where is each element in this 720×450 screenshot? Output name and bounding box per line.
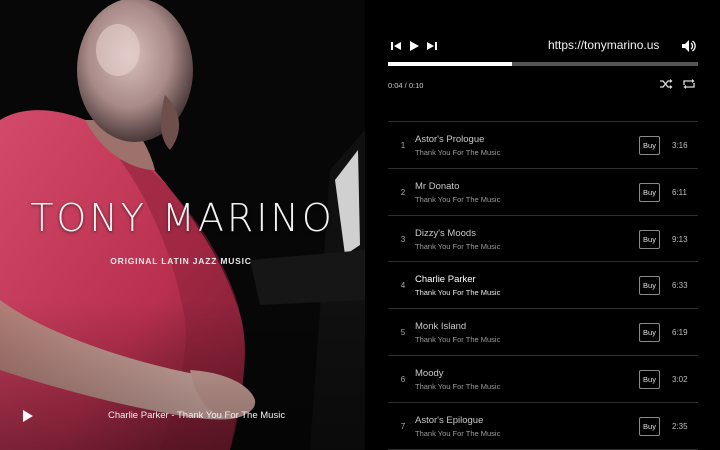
buy-button[interactable]: Buy	[639, 229, 660, 249]
track-duration: 6:33	[672, 281, 688, 291]
track-album: Thank You For The Music	[415, 148, 501, 157]
track-duration: 6:19	[672, 328, 688, 338]
site-url-link[interactable]: https://tonymarino.us	[548, 38, 659, 52]
progress-fill	[388, 62, 512, 66]
track-number: 7	[400, 421, 406, 431]
track-row[interactable]: 3 Dizzy's Moods Thank You For The Music Buy…	[388, 216, 698, 263]
player-panel: https://tonymarino.us 0:04 / 0:10 1 Astor…	[365, 0, 720, 450]
buy-button[interactable]: Buy	[639, 369, 660, 389]
track-album: Thank You For The Music	[415, 428, 501, 438]
track-album: Thank You For The Music	[415, 194, 501, 204]
now-playing-text: Charlie Parker - Thank You For The Music	[108, 410, 286, 421]
hero-panel: TONY MARINO ORIGINAL LATIN JAZZ MUSIC Ch…	[0, 0, 365, 450]
track-album: Thank You For The Music	[415, 381, 501, 391]
track-number: 6	[400, 374, 406, 384]
track-duration: 9:13	[672, 234, 688, 244]
track-duration: 3:16	[672, 141, 688, 150]
track-number: 5	[400, 328, 406, 338]
buy-button[interactable]: Buy	[639, 136, 660, 155]
play-button[interactable]	[407, 39, 421, 53]
play-icon[interactable]	[20, 408, 36, 424]
progress-bar[interactable]	[388, 62, 698, 66]
track-album: Thank You For The Music	[415, 335, 501, 345]
hero-subtitle: ORIGINAL LATIN JAZZ MUSIC	[110, 256, 252, 266]
skip-back-icon[interactable]	[389, 39, 403, 53]
buy-button[interactable]: Buy	[639, 323, 660, 343]
track-number: 2	[400, 187, 406, 197]
time-readout: 0:04 / 0:10	[388, 81, 424, 90]
track-row[interactable]: 2 Mr Donato Thank You For The Music Buy 6:11	[388, 169, 698, 216]
tracklist: 1 Astor's Prologue Thank You For The Music…	[388, 121, 698, 450]
track-row[interactable]: 1 Astor's Prologue Thank You For The Music…	[388, 122, 698, 169]
track-duration: 6:11	[672, 187, 687, 197]
track-title: Charlie Parker	[415, 274, 476, 286]
shuffle-icon[interactable]	[659, 77, 673, 89]
repeat-icon[interactable]	[682, 77, 696, 89]
track-number: 3	[400, 234, 406, 244]
track-title: Moody	[415, 367, 444, 379]
buy-button[interactable]: Buy	[639, 182, 660, 202]
buy-button[interactable]: Buy	[639, 276, 660, 296]
volume-icon[interactable]	[681, 39, 697, 53]
track-title: Astor's Epilogue	[415, 414, 484, 426]
track-number: 1	[400, 141, 406, 150]
skip-forward-icon[interactable]	[425, 39, 439, 53]
track-duration: 3:02	[672, 374, 688, 384]
track-duration: 2:35	[672, 421, 688, 431]
track-row[interactable]: 6 Moody Thank You For The Music Buy 3:02	[388, 356, 698, 403]
track-row[interactable]: 5 Monk Island Thank You For The Music Buy 6:…	[388, 309, 698, 356]
track-row[interactable]: 4 Charlie Parker Thank You For The Music Bu…	[388, 262, 698, 310]
track-title: Dizzy's Moods	[415, 227, 476, 239]
buy-button[interactable]: Buy	[639, 416, 660, 436]
track-album: Thank You For The Music	[415, 288, 501, 298]
track-row[interactable]: 7 Astor's Epilogue Thank You For The Music…	[388, 403, 698, 450]
track-title: Astor's Prologue	[415, 134, 485, 145]
track-title: Mr Donato	[415, 180, 460, 192]
track-title: Monk Island	[415, 321, 467, 333]
track-number: 4	[400, 281, 406, 291]
hero-title: TONY MARINO	[30, 196, 335, 240]
track-album: Thank You For The Music	[415, 241, 501, 251]
